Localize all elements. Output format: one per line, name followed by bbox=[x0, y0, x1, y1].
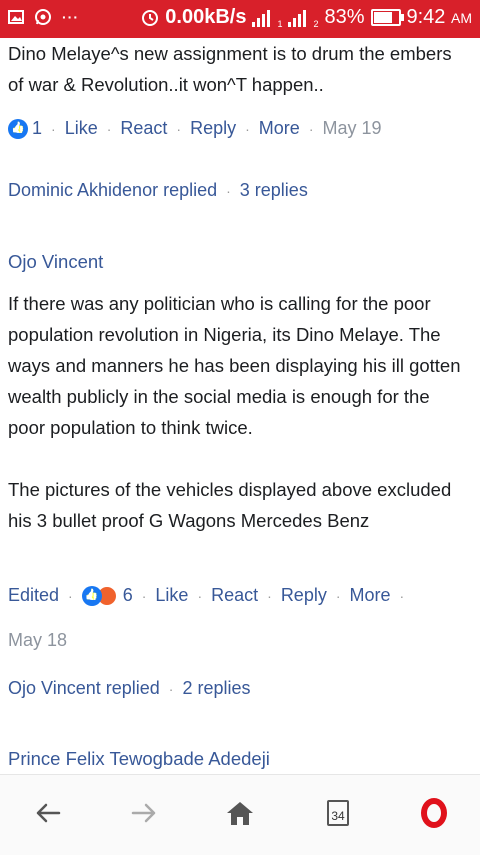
reply-button[interactable]: Reply bbox=[281, 585, 327, 606]
like-reaction-icon[interactable] bbox=[8, 118, 28, 139]
comments-feed[interactable]: Dino Melaye^s new assignment is to drum … bbox=[0, 38, 480, 774]
reaction-count[interactable]: 6 bbox=[123, 585, 133, 606]
replies-author[interactable]: Dominic Akhidenor replied bbox=[8, 180, 217, 201]
battery-icon bbox=[370, 9, 404, 26]
signal-sim1-icon bbox=[252, 9, 271, 27]
more-button[interactable]: More bbox=[350, 585, 391, 606]
comment-date-row: May 18 bbox=[8, 630, 67, 651]
react-button[interactable]: React bbox=[211, 585, 258, 606]
back-arrow-icon bbox=[36, 803, 61, 823]
clock-ampm: AM bbox=[451, 10, 472, 26]
comment-text: If there was any politician who is calli… bbox=[8, 293, 461, 438]
back-button[interactable] bbox=[28, 793, 68, 833]
opera-logo-icon bbox=[421, 798, 447, 828]
status-bar: ··· 0.00kB/s 1 2 83% 9:42 AM bbox=[0, 0, 480, 38]
tabs-icon: 34 bbox=[327, 800, 349, 826]
signal-sim2-icon bbox=[288, 9, 307, 27]
react-button[interactable]: React bbox=[120, 118, 167, 139]
reaction-count[interactable]: 1 bbox=[32, 118, 42, 139]
replies-count[interactable]: 3 replies bbox=[240, 180, 308, 201]
comment-text: Dino Melaye^s new assignment is to drum … bbox=[8, 43, 452, 95]
comment-text-continued: The pictures of the vehicles displayed a… bbox=[8, 479, 452, 531]
more-button[interactable]: More bbox=[259, 118, 300, 139]
like-button[interactable]: Like bbox=[155, 585, 188, 606]
battery-percent: 83% bbox=[324, 6, 365, 28]
gallery-notification-icon bbox=[8, 10, 24, 24]
browser-bottom-bar: 34 bbox=[0, 774, 480, 855]
clock-time: 9:42 bbox=[406, 6, 446, 28]
sim1-label: 1 bbox=[277, 19, 283, 29]
like-reaction-icon[interactable] bbox=[81, 585, 102, 606]
edited-label[interactable]: Edited bbox=[8, 585, 59, 606]
comment-actions: 1 · Like · React · Reply · More · May 19 bbox=[8, 118, 382, 139]
like-button[interactable]: Like bbox=[65, 118, 98, 139]
home-icon bbox=[227, 802, 253, 825]
tabs-button[interactable]: 34 bbox=[318, 793, 358, 833]
more-notifications-icon: ··· bbox=[62, 9, 79, 25]
opera-menu-button[interactable] bbox=[414, 793, 454, 833]
comment-date[interactable]: May 18 bbox=[8, 630, 67, 651]
status-bar-right: 0.00kB/s 1 2 83% 9:42 AM bbox=[141, 6, 472, 29]
reply-button[interactable]: Reply bbox=[190, 118, 236, 139]
tab-count: 34 bbox=[331, 809, 345, 823]
sim2-label: 2 bbox=[313, 19, 319, 29]
replies-link[interactable]: Dominic Akhidenor replied · 3 replies bbox=[8, 180, 308, 201]
comment-actions: Edited · 6 · Like · React · Reply · More… bbox=[8, 585, 413, 606]
battery-fill bbox=[373, 12, 392, 23]
data-saver-clock-icon bbox=[142, 9, 159, 26]
comment-author[interactable]: Ojo Vincent bbox=[8, 251, 103, 273]
replies-count[interactable]: 2 replies bbox=[182, 678, 250, 699]
clock: 9:42 AM bbox=[407, 6, 473, 29]
comment-author[interactable]: Prince Felix Tewogbade Adedeji bbox=[8, 748, 270, 770]
network-speed: 0.00kB/s bbox=[165, 6, 247, 28]
status-bar-left: ··· bbox=[8, 8, 79, 26]
replies-link[interactable]: Ojo Vincent replied · 2 replies bbox=[8, 678, 250, 699]
forward-arrow-icon bbox=[131, 803, 156, 823]
replies-author[interactable]: Ojo Vincent replied bbox=[8, 678, 160, 699]
whatsapp-notification-icon bbox=[35, 9, 51, 25]
comment-date[interactable]: May 19 bbox=[322, 118, 381, 139]
home-button[interactable] bbox=[220, 793, 260, 833]
forward-button[interactable] bbox=[124, 793, 164, 833]
